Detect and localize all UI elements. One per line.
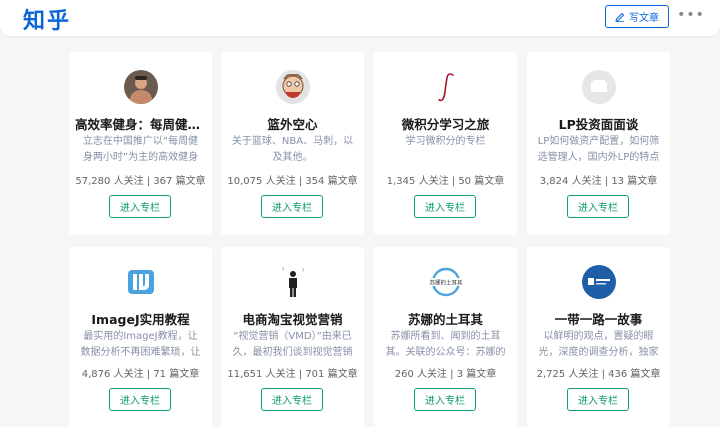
fitness-avatar [124, 70, 158, 104]
avatar-text: 苏娜的土耳其 [429, 279, 463, 287]
write-article-button[interactable]: 写文章 [605, 5, 669, 28]
enter-column-button[interactable]: 进入专栏 [109, 388, 171, 411]
column-title[interactable]: 电商淘宝视觉营销 [227, 309, 358, 328]
column-stats: 2,725 人关注 | 436 篇文章 [536, 369, 661, 380]
enter-column-button[interactable]: 进入专栏 [567, 195, 629, 218]
followers-count: 11,651 人关注 [227, 369, 296, 380]
column-stats: 57,280 人关注 | 367 篇文章 [75, 176, 206, 187]
figure-avatar: ?? [276, 265, 310, 299]
column-description: 以鲜明的观点，置疑的眼光，深度的调查分析，独家的报道 [538, 331, 659, 358]
column-description: 学习微积分的专栏 [405, 136, 486, 147]
column-title[interactable]: 篮外空心 [227, 114, 358, 133]
followers-count: 10,075 人关注 [227, 176, 296, 187]
followers-count: 57,280 人关注 [75, 176, 144, 187]
column-description: 关于篮球、NBA、马刺，以及其他。 [231, 136, 354, 163]
enter-column-button[interactable]: 进入专栏 [414, 195, 476, 218]
column-card[interactable]: 一带一路一故事 以鲜明的观点，置疑的眼光，深度的调查分析，独家的报道 2,725… [527, 247, 670, 427]
beltroad-avatar [582, 265, 616, 299]
enter-column-button[interactable]: 进入专栏 [567, 388, 629, 411]
svg-text:?: ? [282, 267, 284, 272]
column-stats: 4,876 人关注 | 71 篇文章 [81, 369, 200, 380]
imagej-avatar [124, 265, 158, 299]
enter-column-button[interactable]: 进入专栏 [109, 195, 171, 218]
column-description: “视觉营销（VMD）”由来已久，最初我们谈到视觉营销 [232, 331, 353, 358]
column-title[interactable]: 一带一路一故事 [533, 309, 664, 328]
more-icon[interactable]: ••• [677, 6, 704, 24]
enter-column-button[interactable]: 进入专栏 [261, 195, 323, 218]
top-header: 知乎 写文章 ••• [0, 0, 720, 36]
articles-count: 50 篇文章 [458, 176, 505, 187]
column-description: 最实用的ImageJ教程，让数据分析不再困难繁琐，让科研更简单 [80, 331, 201, 358]
column-card[interactable]: 高效率健身：每周健身两小时 立志在中国推广以“每周健身两小时”为主的高效健身理念… [69, 52, 212, 235]
column-stats: 11,651 人关注 | 701 篇文章 [227, 369, 358, 380]
column-card[interactable]: 苏娜的土耳其 苏娜的土耳其 苏娜所看到、闻到的土耳其。关联的公众号：苏娜的土耳其… [374, 247, 517, 427]
column-description: 苏娜所看到、闻到的土耳其。关联的公众号：苏娜的土耳其 [385, 331, 506, 358]
followers-count: 1,345 人关注 [386, 176, 449, 187]
svg-text:?: ? [302, 268, 304, 273]
enter-column-button[interactable]: 进入专栏 [414, 388, 476, 411]
column-stats: 3,824 人关注 | 13 篇文章 [539, 176, 658, 187]
column-card[interactable]: 篮外空心 关于篮球、NBA、马刺，以及其他。 10,075 人关注 | 354 … [221, 52, 364, 235]
column-stats: 260 人关注 | 3 篇文章 [394, 369, 497, 380]
articles-count: 354 篇文章 [305, 176, 358, 187]
column-card[interactable]: 微积分学习之旅 学习微积分的专栏 1,345 人关注 | 50 篇文章 进入专栏 [374, 52, 517, 235]
placeholder-avatar [582, 70, 616, 104]
column-title[interactable]: 微积分学习之旅 [380, 114, 511, 133]
followers-count: 260 人关注 [394, 369, 447, 380]
integral-avatar [429, 70, 463, 104]
column-stats: 10,075 人关注 | 354 篇文章 [227, 176, 358, 187]
followers-count: 2,725 人关注 [536, 369, 599, 380]
followers-count: 4,876 人关注 [81, 369, 144, 380]
column-stats: 1,345 人关注 | 50 篇文章 [386, 176, 505, 187]
followers-count: 3,824 人关注 [539, 176, 602, 187]
articles-count: 367 篇文章 [153, 176, 206, 187]
column-title[interactable]: 苏娜的土耳其 [380, 309, 511, 328]
articles-count: 701 篇文章 [305, 369, 358, 380]
zhihu-logo[interactable]: 知乎 [23, 3, 71, 35]
column-description: 立志在中国推广以“每周健身两小时”为主的高效健身理念 [82, 136, 199, 163]
articles-count: 13 篇文章 [611, 176, 658, 187]
articles-count: 3 篇文章 [456, 369, 497, 380]
column-title[interactable]: ImageJ实用教程 [75, 309, 206, 328]
basketball-avatar [276, 70, 310, 104]
column-title[interactable]: 高效率健身：每周健身两小时 [75, 114, 206, 133]
articles-count: 436 篇文章 [608, 369, 661, 380]
write-article-label: 写文章 [629, 13, 659, 24]
column-title[interactable]: LP投资面面谈 [533, 114, 664, 133]
column-card[interactable]: ?? 电商淘宝视觉营销 “视觉营销（VMD）”由来已久，最初我们谈到视觉营销 1… [221, 247, 364, 427]
column-description: LP如何做资产配置，如何筛选管理人，国内外LP的特点 [537, 136, 660, 163]
pencil-icon [615, 12, 625, 22]
column-card[interactable]: LP投资面面谈 LP如何做资产配置，如何筛选管理人，国内外LP的特点 3,824… [527, 52, 670, 235]
column-card[interactable]: ImageJ实用教程 最实用的ImageJ教程，让数据分析不再困难繁琐，让科研更… [69, 247, 212, 427]
enter-column-button[interactable]: 进入专栏 [261, 388, 323, 411]
articles-count: 71 篇文章 [153, 369, 200, 380]
turkey-avatar: 苏娜的土耳其 [426, 265, 466, 299]
